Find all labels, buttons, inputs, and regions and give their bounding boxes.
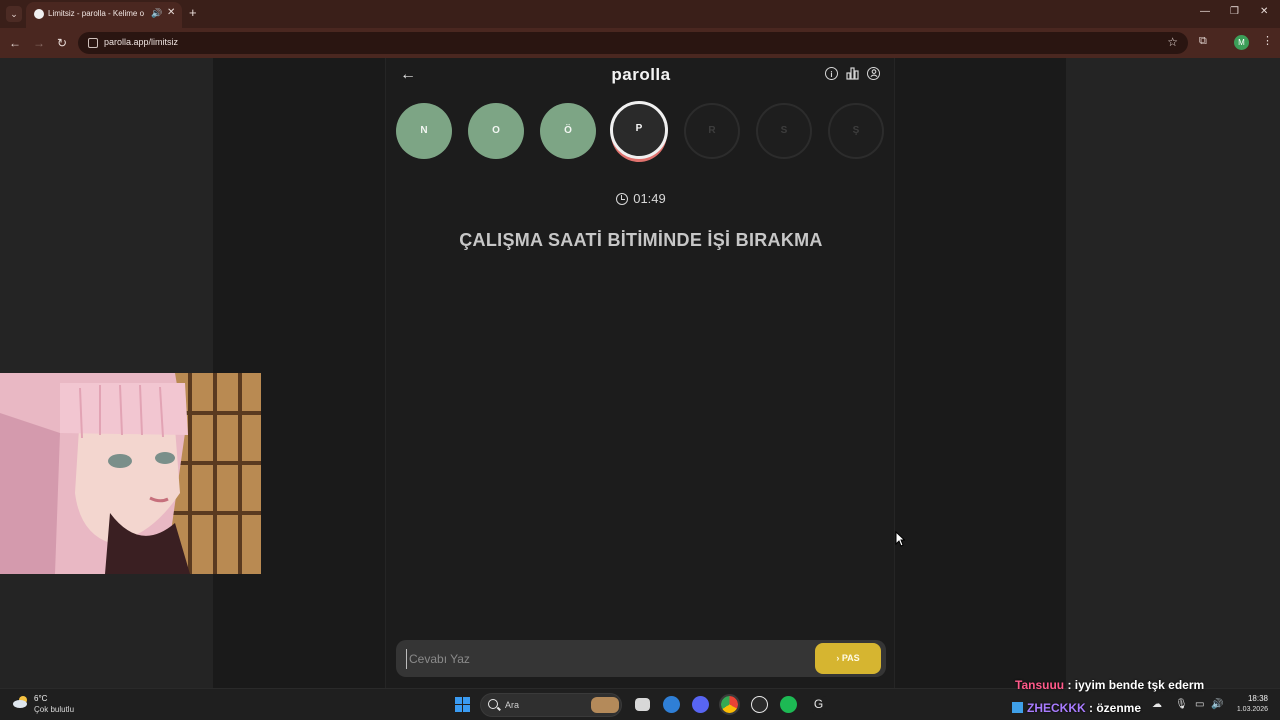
profile-avatar[interactable]: M [1234, 35, 1249, 50]
system-date[interactable]: 1.03.2026 [1222, 706, 1268, 713]
browser-menu-icon[interactable]: ⋮ [1262, 34, 1273, 47]
timer: 01:49 [386, 191, 896, 206]
close-tab-icon[interactable]: ✕ [167, 7, 175, 18]
pass-button[interactable]: › PAS [815, 643, 881, 674]
page-viewport: ← parolla i NOÖPRSŞ 01:49 ÇALIŞMA SAATİ … [0, 58, 1280, 688]
pass-label: PAS [841, 653, 860, 663]
app-icon[interactable] [663, 696, 680, 713]
search-icon [488, 699, 498, 709]
onedrive-icon[interactable]: ☁ [1152, 699, 1162, 710]
chat-text: : iyyim bende tşk ederm [1067, 678, 1205, 692]
system-time[interactable]: 18:38 [1236, 694, 1268, 703]
info-icon[interactable]: i [825, 67, 838, 80]
clock-icon [616, 193, 629, 205]
chat-message: Tansuuu : iyyim bende tşk ederm [1015, 678, 1204, 692]
url-text: parolla.app/limitsiz [104, 37, 179, 47]
task-view-icon[interactable] [635, 698, 650, 711]
search-label: Ara [505, 700, 520, 710]
microphone-icon[interactable]: 🎙 [1175, 699, 1188, 710]
site-info-icon[interactable] [88, 38, 98, 48]
app-logo: parolla [611, 65, 671, 84]
browser-tab-bar: ⌄ Limitsiz - parolla - Kelime o 🔊 ✕ + — … [0, 0, 1280, 28]
favicon-icon [34, 9, 44, 19]
question-text: ÇALIŞMA SAATİ BİTİMİNDE İŞİ BIRAKMA [459, 230, 823, 250]
restore-icon[interactable]: ❐ [1230, 6, 1239, 17]
right-gutter [1066, 58, 1280, 688]
stats-icon[interactable] [846, 67, 859, 80]
search-highlight-image [591, 697, 619, 713]
browser-tab[interactable]: Limitsiz - parolla - Kelime o 🔊 ✕ [26, 2, 182, 28]
cloud-weather-icon[interactable] [12, 695, 30, 709]
letter-pending: R [684, 103, 740, 159]
reload-icon[interactable]: ↻ [57, 36, 67, 50]
back-nav-icon[interactable]: ← [9, 36, 21, 50]
bookmark-star-icon[interactable]: ☆ [1167, 35, 1178, 49]
chrome-icon[interactable] [719, 694, 740, 715]
timer-value: 01:49 [633, 191, 666, 206]
letter-pending: S [756, 103, 812, 159]
weather-temperature[interactable]: 6°C [34, 694, 47, 703]
speaker-icon[interactable]: 🔊 [151, 8, 162, 19]
new-tab-button[interactable]: + [189, 5, 197, 20]
answer-bar: › PAS [396, 640, 886, 677]
letter-done: O [468, 103, 524, 159]
network-icon[interactable]: ▭ [1195, 699, 1204, 710]
game-panel: ← parolla i NOÖPRSŞ 01:49 ÇALIŞMA SAATİ … [385, 58, 895, 688]
user-account-icon[interactable] [867, 67, 880, 80]
chat-user: ZHECKKK [1027, 701, 1086, 715]
letter-current: P [610, 101, 668, 159]
tab-search-button[interactable]: ⌄ [6, 6, 22, 22]
tab-title: Limitsiz - parolla - Kelime o [48, 9, 145, 18]
mouse-cursor [895, 530, 906, 552]
discord-icon[interactable] [692, 696, 709, 713]
chat-text: : özenme [1089, 701, 1142, 715]
chat-badge-icon [1012, 702, 1023, 713]
extensions-icon[interactable]: ⧉ [1199, 35, 1207, 48]
letter-done: N [396, 103, 452, 159]
logitech-icon[interactable]: G [810, 696, 827, 713]
answer-input[interactable] [406, 649, 806, 669]
address-bar[interactable]: parolla.app/limitsiz ☆ [78, 32, 1188, 54]
stream-overlay-image [0, 373, 261, 574]
chat-message: ZHECKKK : özenme [1012, 701, 1141, 715]
obs-icon[interactable] [751, 696, 768, 713]
taskbar-search[interactable]: Ara [480, 693, 622, 717]
forward-nav-icon[interactable]: → [33, 36, 45, 50]
close-window-icon[interactable]: ✕ [1260, 6, 1268, 17]
weather-description[interactable]: Çok bulutlu [34, 705, 74, 714]
letter-pending: Ş [828, 103, 884, 159]
minimize-icon[interactable]: — [1200, 6, 1210, 17]
browser-toolbar: ← → ↻ parolla.app/limitsiz ☆ ⧉ M ⋮ [0, 28, 1280, 58]
spotify-icon[interactable] [780, 696, 797, 713]
windows-start-icon[interactable] [455, 697, 471, 713]
chat-user: Tansuuu [1015, 678, 1065, 692]
letter-done: Ö [540, 103, 596, 159]
